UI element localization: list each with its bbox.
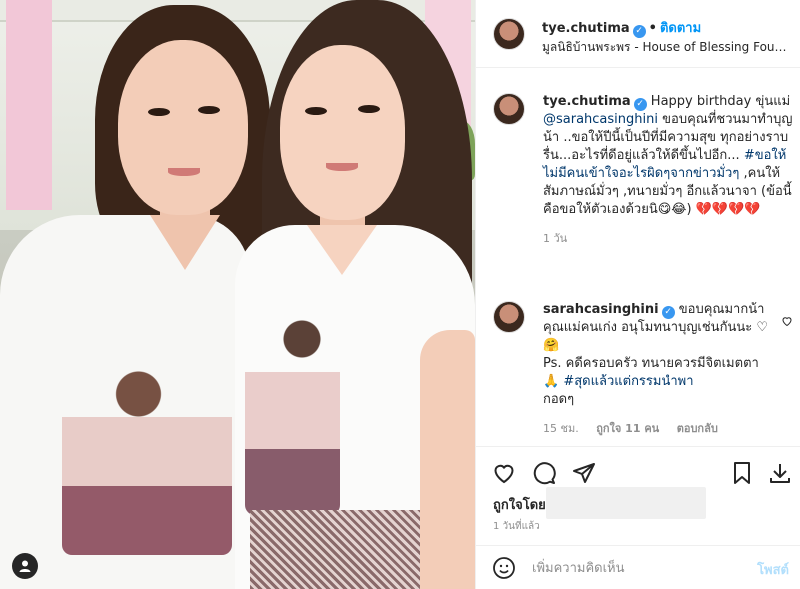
mouth [326, 163, 358, 171]
person-right-arm [420, 330, 475, 589]
dot-separator: • [648, 21, 657, 36]
avatar[interactable] [493, 93, 525, 125]
caption-time[interactable]: 1 วัน [543, 232, 567, 245]
comments-list[interactable]: tye.chutima ✓ Happy birthday ขุ่นแม่ @sar… [476, 69, 800, 445]
add-comment-bar: โพสต์ [476, 545, 800, 589]
reply-text: sarahcasinghini ✓ ขอบคุณมากน้า คุณแม่คนเก… [543, 301, 771, 409]
like-comment-heart-icon[interactable] [781, 315, 793, 330]
reply-likes[interactable]: ถูกใจ 11 คน [596, 422, 659, 435]
comment-input[interactable] [532, 557, 732, 579]
reply-button[interactable]: ตอบกลับ [677, 422, 718, 435]
mention-link[interactable]: @sarahcasinghini [543, 112, 658, 127]
eye [148, 108, 170, 116]
reply-body-3: กอดๆ [543, 392, 575, 407]
eye [358, 105, 380, 113]
avatar[interactable] [493, 18, 525, 50]
eye [305, 107, 327, 115]
reply-meta: 15 ชม. ถูกใจ 11 คน ตอบกลับ [543, 419, 793, 437]
post-header: tye.chutima ✓ • ติดตาม มูลนิธิบ้านพระพร - H… [476, 0, 800, 68]
header-username[interactable]: tye.chutima [542, 21, 630, 36]
person-right-face [280, 45, 405, 220]
person-left-collar [150, 215, 220, 270]
mouth [168, 168, 200, 176]
verified-icon: ✓ [661, 306, 675, 319]
user-tag-icon[interactable] [12, 553, 38, 579]
bookmark-icon[interactable] [728, 459, 756, 487]
caption-lead: Happy birthday ขุ่นแม่ [650, 94, 791, 109]
location-link[interactable]: มูลนิธิบ้านพระพร - House of Blessing Fou… [542, 38, 792, 57]
caption-comment: tye.chutima ✓ Happy birthday ขุ่นแม่ @sar… [493, 93, 793, 247]
verified-icon: ✓ [633, 98, 647, 111]
shirt-print-right [245, 295, 340, 515]
header-username-row: tye.chutima ✓ • ติดตาม [542, 17, 701, 38]
posted-time[interactable]: 1 วันที่แล้ว [493, 519, 540, 534]
hashtag-link[interactable]: #สุดแล้วแต่กรรมนำพา [563, 374, 693, 389]
person-left-face [118, 40, 248, 215]
caption-meta: 1 วัน [543, 229, 793, 247]
caption-text: tye.chutima ✓ Happy birthday ขุ่นแม่ @sar… [543, 93, 793, 219]
avatar[interactable] [493, 301, 525, 333]
follow-button[interactable]: ติดตาม [660, 21, 701, 36]
post-button[interactable]: โพสต์ [757, 559, 789, 580]
download-icon[interactable] [766, 459, 794, 487]
reply-comment: sarahcasinghini ✓ ขอบคุณมากน้า คุณแม่คนเก… [493, 301, 793, 437]
caption-username[interactable]: tye.chutima [543, 94, 631, 109]
heart-icon[interactable] [490, 459, 518, 487]
shirt-print-left [62, 325, 232, 555]
patterned-skirt [250, 510, 430, 589]
reply-time[interactable]: 15 ชม. [543, 422, 579, 435]
reply-username[interactable]: sarahcasinghini [543, 302, 659, 317]
verified-icon: ✓ [632, 25, 646, 38]
post-sidebar: tye.chutima ✓ • ติดตาม มูลนิธิบ้านพระพร - H… [475, 0, 800, 589]
person-right-collar [307, 225, 377, 275]
share-icon[interactable] [570, 459, 598, 487]
comment-icon[interactable] [530, 459, 558, 487]
blurred-likers [546, 487, 706, 519]
photo-pillar [6, 0, 52, 210]
liked-by-label[interactable]: ถูกใจโดย [493, 494, 546, 515]
eye [198, 106, 220, 114]
post-photo[interactable] [0, 0, 475, 589]
emoji-icon[interactable] [492, 556, 516, 580]
